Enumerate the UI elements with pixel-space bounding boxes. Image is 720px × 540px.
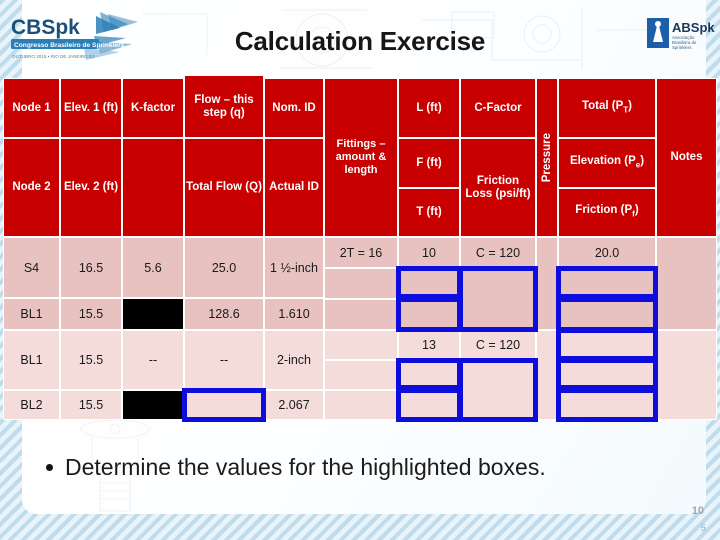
cell-kfactor-r1[interactable]: 5.6: [122, 237, 184, 298]
header-friction-pf: Friction (Pf): [558, 188, 656, 237]
cell-friction-pf-r2[interactable]: [558, 390, 656, 420]
header-elev2: Elev. 2 (ft): [60, 138, 122, 237]
cell-elev2-r2[interactable]: 15.5: [60, 390, 122, 420]
cell-nominal-id-r2[interactable]: 2-inch: [264, 330, 324, 390]
cell-total-flow-r1[interactable]: 128.6: [184, 298, 264, 330]
cell-friction-pf-r1[interactable]: [558, 299, 656, 330]
svg-text:CBSpk: CBSpk: [11, 16, 80, 39]
cell-flow-step-r1[interactable]: 25.0: [184, 237, 264, 298]
svg-text:Sprinklers: Sprinklers: [672, 45, 692, 50]
header-c-factor: C-Factor: [460, 78, 536, 138]
calculation-table: Node 1 Node 2 Elev. 1 (ft) Elev. 2 (ft) …: [3, 75, 717, 422]
bullet-dot-icon: [46, 463, 53, 471]
cell-fittings-r1c[interactable]: [324, 299, 398, 330]
bullet-row: Determine the values for the highlighted…: [46, 448, 686, 486]
cell-t-ft-r2[interactable]: [398, 390, 460, 420]
cell-fittings-r1[interactable]: 2T = 16: [324, 237, 398, 268]
cell-notes-r1[interactable]: [656, 237, 717, 330]
cell-elevation-pe-r1[interactable]: [558, 268, 656, 299]
header-total-pt: Total (PT): [558, 78, 656, 138]
page-title: Calculation Exercise: [234, 26, 486, 56]
header-total-flow: Total Flow (Q): [184, 138, 264, 237]
header-pressure: Pressure: [536, 78, 558, 237]
header-nominal-id: Nom. ID: [264, 78, 324, 138]
cell-kfactor-blacked-r1: [122, 298, 184, 330]
header-friction-loss: Friction Loss (psi/ft): [460, 138, 536, 237]
cell-t-ft-r1[interactable]: [398, 299, 460, 330]
header-flow-this-step: Flow – this step (q): [184, 75, 264, 138]
header-elev1: Elev. 1 (ft): [60, 78, 122, 138]
header-t-ft: T (ft): [398, 188, 460, 237]
header-notes: Notes: [656, 78, 717, 237]
cell-actual-id-r2[interactable]: 2.067: [264, 390, 324, 420]
cell-f-ft-r1[interactable]: [398, 268, 460, 299]
cell-fittings-r1b[interactable]: [324, 268, 398, 299]
cell-pressure-spacer-r2: [536, 330, 558, 420]
cell-fittings-r2[interactable]: [324, 330, 398, 360]
cell-l-ft-r2[interactable]: 13: [398, 330, 460, 360]
slide-number: 10: [691, 505, 704, 517]
cell-kfactor-r2[interactable]: --: [122, 330, 184, 390]
cell-friction-loss-r1[interactable]: [460, 268, 536, 330]
header-elevation-pe: Elevation (Pe): [558, 138, 656, 188]
cell-friction-loss-r2[interactable]: [460, 360, 536, 420]
cell-fittings-r2c[interactable]: [324, 390, 398, 420]
cell-pressure-spacer-r1: [536, 237, 558, 330]
header-fittings: Fittings – amount & length: [324, 78, 398, 237]
abspk-logo: ABSpk Associação Brasileira de Sprinkler…: [647, 18, 715, 50]
cell-total-flow-r2[interactable]: [184, 390, 264, 420]
cell-actual-id-r1[interactable]: 1.610: [264, 298, 324, 330]
cell-l-ft-r1[interactable]: 10: [398, 237, 460, 268]
cell-c-factor-r2[interactable]: C = 120: [460, 330, 536, 360]
header-actual-id: Actual ID: [264, 138, 324, 237]
cell-elev1-r2[interactable]: 15.5: [60, 330, 122, 390]
header-l-ft: L (ft): [398, 78, 460, 138]
cell-kfactor-blacked-r2: [122, 390, 184, 420]
cell-notes-r2[interactable]: [656, 330, 717, 420]
cell-total-pt-r1[interactable]: 20.0: [558, 237, 656, 268]
header-node2: Node 2: [3, 138, 60, 237]
cell-node1-r1[interactable]: S4: [3, 237, 60, 298]
cell-c-factor-r1[interactable]: C = 120: [460, 237, 536, 268]
header-f-ft: F (ft): [398, 138, 460, 188]
svg-text:ABSpk: ABSpk: [672, 20, 715, 35]
bullet-text: Determine the values for the highlighted…: [65, 453, 546, 480]
cell-flow-step-r2[interactable]: --: [184, 330, 264, 390]
cell-fittings-r2b[interactable]: [324, 360, 398, 390]
cell-total-pt-r2[interactable]: [558, 330, 656, 360]
cell-elev2-r1[interactable]: 15.5: [60, 298, 122, 330]
header-node1: Node 1: [3, 78, 60, 138]
cell-nominal-id-r1[interactable]: 1 ½-inch: [264, 237, 324, 298]
slide-number-secondary: 5: [700, 523, 706, 534]
header-k-factor: K-factor: [122, 78, 184, 138]
cell-node2-r1[interactable]: BL1: [3, 298, 60, 330]
cell-node2-r2[interactable]: BL2: [3, 390, 60, 420]
svg-text:OUTUBRO 2015 • RIO DE JANEIRO: OUTUBRO 2015 • RIO DE JANEIRO RJ: [12, 54, 95, 59]
cell-f-ft-r2[interactable]: [398, 360, 460, 390]
cell-elev1-r1[interactable]: 16.5: [60, 237, 122, 298]
cell-elevation-pe-r2[interactable]: [558, 360, 656, 390]
svg-text:Congresso Brasileiro de Sprink: Congresso Brasileiro de Sprinklers: [14, 42, 125, 49]
cbspk-logo: CBSpk Congresso Brasileiro de Sprinklers…: [11, 12, 138, 60]
cell-node1-r2[interactable]: BL1: [3, 330, 60, 390]
header-k-factor-blank: [122, 138, 184, 237]
